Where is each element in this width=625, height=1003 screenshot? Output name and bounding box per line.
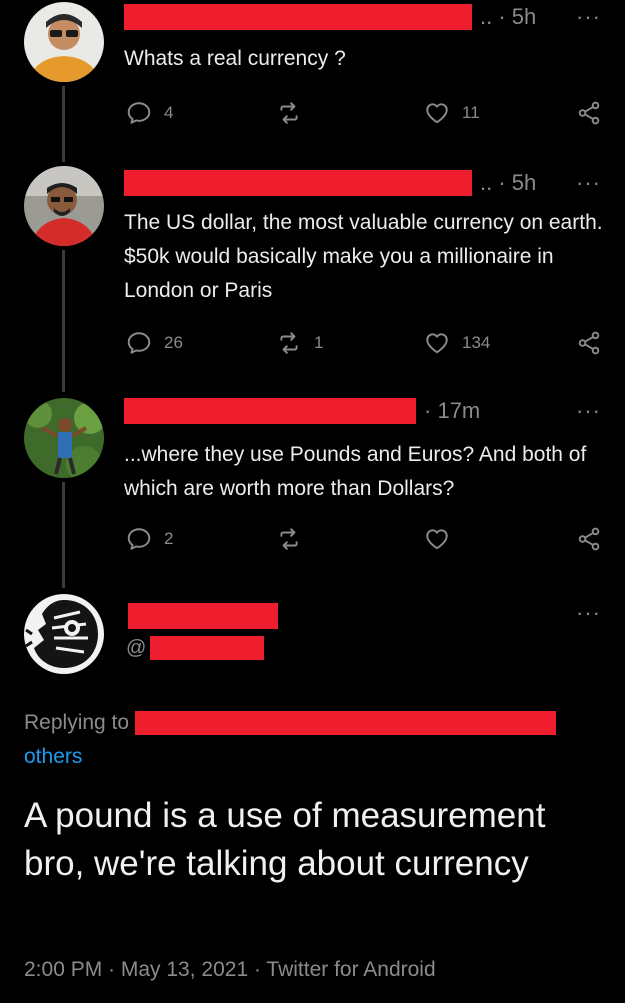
avatar[interactable]	[24, 2, 104, 82]
share-button[interactable]	[576, 100, 614, 126]
more-options-icon[interactable]: ···	[576, 4, 601, 30]
redacted-handle	[150, 636, 265, 660]
retweet-icon	[280, 528, 298, 550]
tweet-actions: 26 1 134	[124, 330, 609, 370]
reply-button[interactable]: 26	[126, 330, 183, 356]
tweet-actions: 4 11	[124, 100, 609, 140]
reply-icon	[127, 528, 151, 550]
redacted-name	[124, 4, 472, 30]
redacted-mentions	[135, 711, 557, 736]
more-options-icon[interactable]: ···	[576, 398, 601, 424]
avatar[interactable]	[24, 398, 104, 478]
avatar[interactable]	[24, 166, 104, 246]
redacted-name	[124, 398, 416, 424]
reply-icon	[127, 332, 151, 354]
tweet-time: 17m	[437, 398, 481, 423]
like-button[interactable]: 134	[424, 330, 490, 356]
thread-connector	[62, 482, 65, 588]
thread-connector	[62, 250, 65, 392]
tweet-text: ...where they use Pounds and Euros? And …	[124, 443, 587, 500]
tweet-text: The US dollar, the most valuable currenc…	[124, 211, 603, 302]
author-row: · 17m	[124, 396, 480, 426]
like-button[interactable]: 11	[424, 100, 480, 126]
redacted-name	[124, 170, 472, 196]
tweet-actions: 2	[124, 526, 609, 566]
tweet-text: Whats a real currency ?	[124, 47, 346, 70]
heart-icon	[426, 103, 448, 124]
retweet-button[interactable]: 1	[276, 330, 323, 356]
retweet-icon	[280, 332, 298, 354]
retweet-icon	[280, 102, 298, 124]
author-row: .. · 5h	[124, 2, 536, 32]
share-icon	[578, 331, 600, 355]
more-options-icon[interactable]: ···	[576, 600, 601, 626]
author-handle: @	[126, 636, 265, 660]
share-icon	[578, 101, 600, 125]
share-button[interactable]	[576, 526, 614, 552]
reply-count: 4	[164, 103, 174, 122]
like-count: 134	[462, 333, 491, 352]
like-button[interactable]	[424, 526, 462, 552]
heart-icon	[426, 529, 448, 550]
reply-icon	[127, 102, 151, 124]
main-tweet-text: A pound is a use of measurement bro, we'…	[24, 796, 546, 883]
retweet-button[interactable]	[276, 100, 314, 126]
author-row: .. · 5h	[124, 168, 536, 198]
retweet-button[interactable]	[276, 526, 314, 552]
reply-button[interactable]: 4	[126, 100, 173, 126]
tweet-timestamp: 2:00 PM · May 13, 2021 · Twitter for And…	[24, 958, 436, 981]
reply-button[interactable]: 2	[126, 526, 173, 552]
replying-to: Replying to others	[24, 706, 609, 774]
retweet-count: 1	[314, 333, 324, 352]
more-options-icon[interactable]: ···	[576, 170, 601, 196]
heart-icon	[426, 333, 448, 354]
tweet-time: 5h	[511, 170, 537, 195]
reply-count: 26	[164, 333, 183, 352]
thread-connector	[62, 86, 65, 162]
avatar[interactable]	[24, 594, 104, 674]
reply-count: 2	[164, 529, 174, 548]
share-icon	[578, 527, 600, 551]
like-count: 11	[462, 103, 480, 122]
tweet-time: 5h	[511, 4, 537, 29]
replying-others-link[interactable]: others	[24, 745, 82, 768]
redacted-name	[128, 603, 278, 629]
share-button[interactable]	[576, 330, 614, 356]
